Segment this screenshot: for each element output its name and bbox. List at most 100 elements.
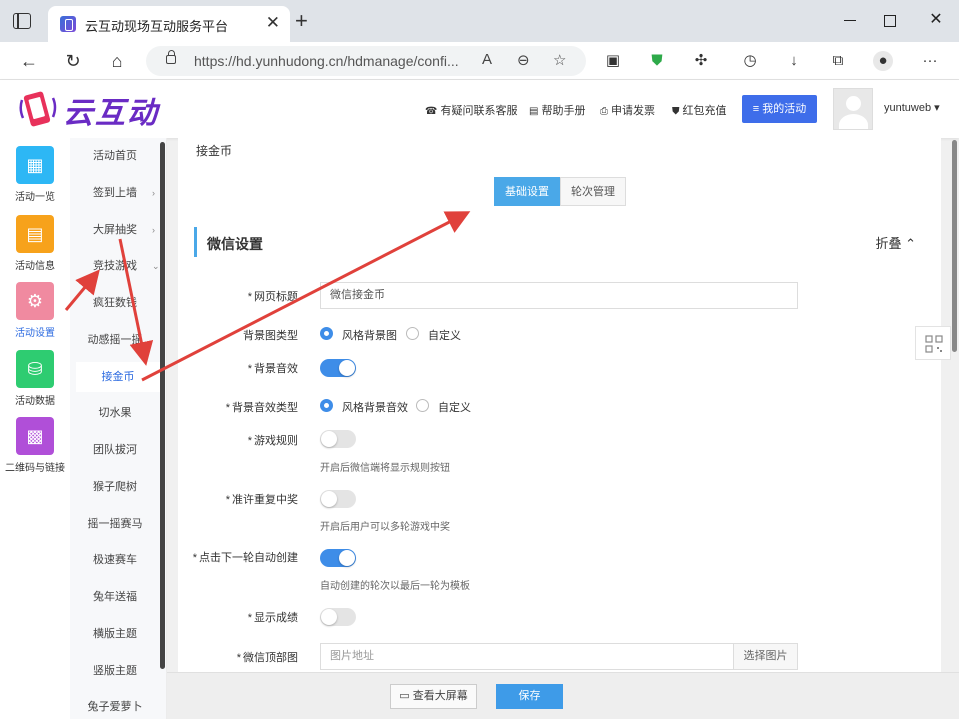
username-dropdown[interactable]: yuntuweb ▾ [884,101,940,114]
bg-type-style-label[interactable]: 风格背景图 [342,327,397,343]
extension-icon[interactable]: ▣ [603,51,623,71]
extensions-puzzle-icon[interactable]: ✣ [691,51,711,71]
bg-type-label: 背景图类型 [243,330,298,342]
shield-extension-icon[interactable]: ⛊ [647,51,667,71]
sidebar-item-activity-settings[interactable]: ⚙ 活动设置 [0,282,70,348]
chevron-right-icon: › [152,188,155,198]
browser-tab-active[interactable]: 云互动现场互动服务平台 ✕ [48,6,290,42]
book-icon: ▤ [529,106,539,117]
tab-round-management[interactable]: 轮次管理 [560,177,626,206]
contact-support-link[interactable]: ☎ 有疑问联系客服 [425,102,517,118]
section-title: 微信设置 [207,236,263,252]
minimize-icon[interactable] [840,10,860,30]
settings-tabs: 基础设置 轮次管理 [494,177,626,206]
monitor-icon: ▭ [399,690,413,702]
submenu-item[interactable]: 切水果 [70,398,160,428]
collections-icon[interactable]: ⧉ [828,51,848,71]
tab-title: 云互动现场互动服务平台 [85,19,229,34]
bg-sound-custom-radio[interactable] [416,399,429,412]
submenu-item[interactable]: 摇一摇赛马 [70,509,160,539]
submenu-item[interactable]: 猴子爬树 [70,472,160,502]
sidebar-item-activity-info[interactable]: ▤ 活动信息 [0,215,70,281]
submenu-item-catch-coins[interactable]: 接金币 [76,362,160,392]
submenu-item[interactable]: 动感摇一摇 [70,325,160,355]
banner-label: * 微信顶部图 [236,652,298,664]
submenu-item[interactable]: 兔子爱萝卜 [70,692,160,719]
zoom-icon[interactable]: ⊖ [517,51,530,69]
submenu-item[interactable]: 横版主题 [70,619,160,649]
browser-tab-bar: 云互动现场互动服务平台 ✕ + ✕ [0,0,959,42]
auto-create-label: * 点击下一轮自动创建 [192,552,298,564]
page-title: 接金币 [196,144,233,158]
logo-text[interactable]: 云互动 [63,88,159,132]
logo-phone-icon [19,91,57,127]
help-manual-link[interactable]: ▤ 帮助手册 [529,102,585,118]
history-icon[interactable]: ◷ [740,51,760,71]
floating-qrcode-button[interactable] [915,326,951,360]
show-score-switch[interactable] [320,608,356,626]
banner-url-input[interactable]: 图片地址 [320,643,734,670]
tab-basic-settings[interactable]: 基础设置 [494,177,560,206]
qrcode-icon [925,335,943,353]
submenu-item[interactable]: 疯狂数钱 [70,288,160,318]
pick-image-button[interactable]: 选择图片 [733,643,798,670]
profile-icon[interactable]: ● [873,51,893,71]
rules-hint: 开启后微信端将显示规则按钮 [320,463,450,474]
redpacket-recharge-link[interactable]: ⛊ 红包充值 [672,102,727,118]
bg-sound-style-label[interactable]: 风格背景音效 [342,399,408,415]
submenu-item[interactable]: 竖版主题 [70,656,160,686]
auto-create-switch[interactable] [320,549,356,567]
chevron-right-icon: › [152,225,155,235]
favorite-add-icon[interactable]: ☆ [553,51,566,69]
sidebar-item-activity-data[interactable]: ⛁ 活动数据 [0,350,70,416]
sidebar-item-activity-list[interactable]: ▦ 活动一览 [0,146,70,212]
submenu-item[interactable]: 兔年送福 [70,582,160,612]
bg-sound-switch[interactable] [320,359,356,377]
page-title-label: * 网页标题 [247,291,298,303]
refresh-icon[interactable]: ↻ [62,50,84,72]
tab-actions-icon[interactable] [13,13,31,29]
submenu-item[interactable]: 签到上墙 › [70,178,160,208]
qrcode-icon: ▩ [16,417,54,455]
shield-check-icon: ⛊ [672,106,680,117]
my-activity-button[interactable]: ≡ 我的活动 [742,95,817,123]
bg-sound-custom-label[interactable]: 自定义 [438,399,471,415]
close-window-icon[interactable]: ✕ [926,10,946,30]
bg-type-custom-radio[interactable] [406,327,419,340]
bg-sound-type-label: * 背景音效类型 [225,402,298,414]
show-score-label: * 显示成绩 [247,612,298,624]
more-menu-icon[interactable]: ··· [920,51,940,71]
app-header: 云互动 ☎ 有疑问联系客服 ▤ 帮助手册 ⎙ 申请发票 ⛊ 红包充值 ≡ 我的活动 yu… [0,80,959,138]
bg-type-custom-label[interactable]: 自定义 [428,327,461,343]
read-aloud-icon[interactable]: A [482,51,492,68]
apply-invoice-link[interactable]: ⎙ 申请发票 [600,102,655,118]
submenu-item[interactable]: 团队拔河 [70,435,160,465]
address-bar[interactable]: https://hd.yunhudong.cn/hdmanage/confi..… [146,46,586,76]
url-text[interactable]: https://hd.yunhudong.cn/hdmanage/confi..… [194,53,459,69]
bg-sound-style-radio[interactable] [320,399,333,412]
save-button[interactable]: 保存 [496,684,563,709]
back-icon[interactable]: ← [18,50,40,72]
submenu-item[interactable]: 大屏抽奖 › [70,215,160,245]
submenu-item[interactable]: 活动首页 [70,141,160,171]
close-tab-icon[interactable]: ✕ [266,14,280,32]
lock-icon[interactable] [166,50,176,64]
bottom-action-bar: ▭ 查看大屏幕 保存 [167,672,959,719]
rules-switch[interactable] [320,430,356,448]
page-title-input[interactable]: 微信接金币 [320,282,798,309]
download-icon[interactable]: ↓ [784,51,804,71]
submenu-item[interactable]: 极速赛车 [70,545,160,575]
bg-type-style-radio[interactable] [320,327,333,340]
auto-create-hint: 自动创建的轮次以最后一轮为模板 [320,581,470,592]
page-scrollbar[interactable] [952,140,957,352]
view-big-screen-button[interactable]: ▭ 查看大屏幕 [390,684,477,709]
maximize-icon[interactable] [879,10,899,30]
repeat-win-switch[interactable] [320,490,356,508]
fold-toggle[interactable]: 折叠 ⌃ [875,233,916,252]
submenu-item-competitive-games[interactable]: 竞技游戏 ⌄ [70,251,160,281]
new-tab-icon[interactable]: + [295,10,308,32]
home-icon[interactable]: ⌂ [106,50,128,72]
avatar[interactable] [833,88,873,130]
sidebar-item-qrcode-link[interactable]: ▩ 二维码与链接 [0,417,70,483]
submenu-scrollbar[interactable] [160,142,165,669]
